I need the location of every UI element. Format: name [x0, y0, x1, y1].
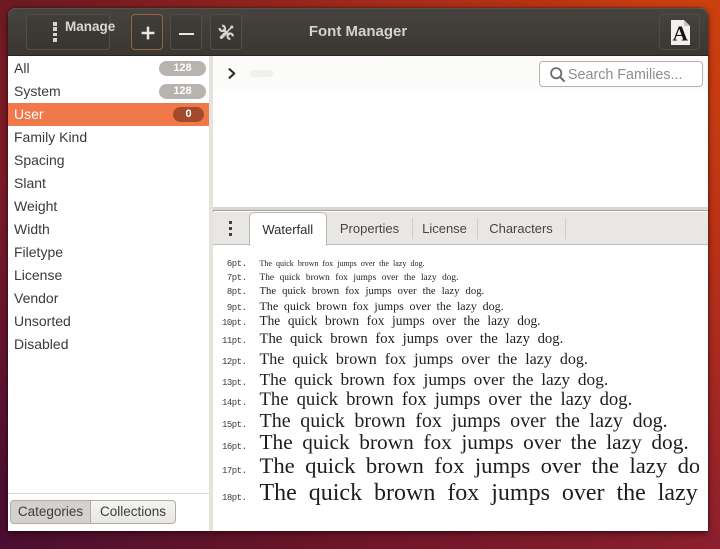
svg-text:A: A	[673, 22, 689, 46]
